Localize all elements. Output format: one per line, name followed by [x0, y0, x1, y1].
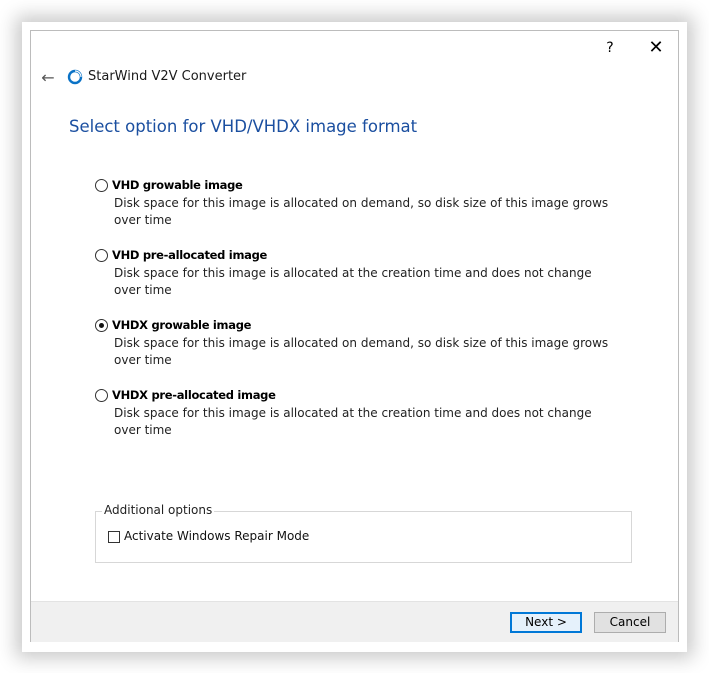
app-title: StarWind V2V Converter	[88, 69, 247, 84]
option-label[interactable]: VHD pre-allocated image	[112, 248, 267, 262]
dialog-window: ? ✕ ← StarWind V2V Converter Select opti…	[30, 30, 679, 642]
repair-mode-checkbox[interactable]	[108, 531, 120, 543]
close-button[interactable]: ✕	[633, 33, 679, 63]
radio-vhd-growable[interactable]	[95, 179, 108, 192]
next-button[interactable]: Next >	[510, 612, 582, 633]
option-description: Disk space for this image is allocated o…	[114, 336, 609, 367]
radio-vhdx-growable[interactable]	[95, 319, 108, 332]
radio-vhd-preallocated[interactable]	[95, 249, 108, 262]
back-button[interactable]: ←	[35, 66, 61, 90]
option-description: Disk space for this image is allocated a…	[114, 266, 592, 297]
page-heading: Select option for VHD/VHDX image format	[69, 117, 418, 136]
option-label[interactable]: VHDX growable image	[112, 318, 251, 332]
additional-options-group: Additional options Activate Windows Repa…	[95, 503, 632, 563]
help-icon: ?	[606, 40, 614, 56]
back-arrow-icon: ←	[41, 68, 55, 87]
dialog-footer: Next > Cancel	[31, 601, 678, 642]
option-description: Disk space for this image is allocated o…	[114, 196, 609, 227]
cancel-button[interactable]: Cancel	[594, 612, 666, 633]
additional-options-legend: Additional options	[102, 503, 215, 517]
radio-vhdx-preallocated[interactable]	[95, 389, 108, 402]
option-label[interactable]: VHD growable image	[112, 178, 243, 192]
help-button[interactable]: ?	[587, 33, 633, 63]
starwind-logo-icon	[67, 69, 83, 85]
repair-mode-label[interactable]: Activate Windows Repair Mode	[124, 529, 309, 543]
option-description: Disk space for this image is allocated a…	[114, 406, 592, 437]
close-icon: ✕	[648, 37, 664, 58]
option-label[interactable]: VHDX pre-allocated image	[112, 388, 276, 402]
